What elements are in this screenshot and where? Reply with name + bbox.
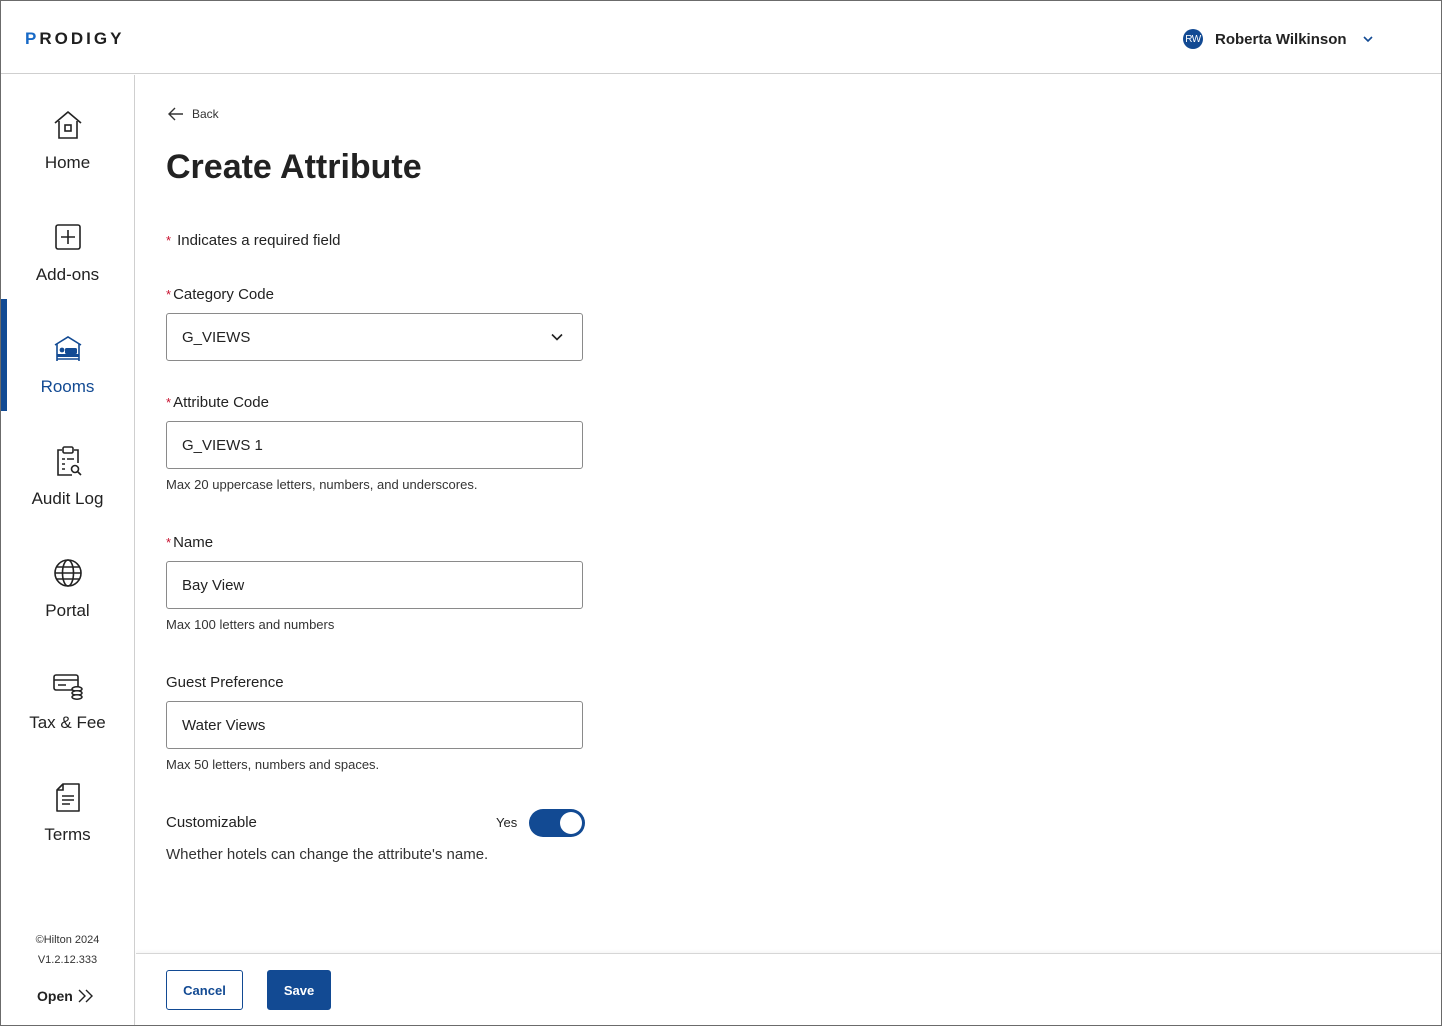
open-label: Open [37,988,73,1004]
chevron-down-icon [551,333,563,341]
arrow-left-icon [168,107,183,121]
sidebar-item-label: Tax & Fee [29,713,106,732]
customizable-toggle[interactable] [529,809,585,837]
name-help: Max 100 letters and numbers [166,617,335,632]
document-icon [55,783,80,812]
name-label: * Name [166,534,213,551]
cancel-button[interactable]: Cancel [166,970,243,1010]
plus-square-icon [54,224,81,250]
logo-first-letter: P [25,29,40,48]
attribute-code-help: Max 20 uppercase letters, numbers, and u… [166,477,478,492]
sidebar-item-label: Portal [45,601,90,620]
guest-preference-field[interactable]: Water Views [166,701,583,749]
clipboard-search-icon [56,446,82,476]
guest-preference-value: Water Views [182,716,266,734]
home-icon [53,111,82,139]
name-field[interactable]: Bay View [166,561,583,609]
user-name: Roberta Wilkinson [1215,30,1347,48]
required-field-note: * Indicates a required field [166,232,341,249]
category-code-label-text: Category Code [173,286,274,303]
customizable-help: Whether hotels can change the attribute'… [166,846,489,863]
sidebar-item-terms[interactable]: Terms [1,747,134,859]
required-asterisk: * [166,287,172,302]
logo-rest: RODIGY [39,29,125,48]
guest-preference-help: Max 50 letters, numbers and spaces. [166,757,380,772]
required-asterisk: * [166,535,172,550]
sidebar-item-audit-log[interactable]: Audit Log [1,411,134,523]
prodigy-logo[interactable]: PRODIGY [25,29,124,49]
category-code-select[interactable]: G_VIEWS [166,313,583,361]
save-button[interactable]: Save [267,970,331,1010]
bed-icon [54,336,81,361]
sidebar-item-add-ons[interactable]: Add-ons [1,187,134,299]
globe-icon [53,559,82,587]
required-note-text: Indicates a required field [177,232,341,249]
copyright-text: ©Hilton 2024 [35,934,100,946]
attribute-code-label: * Attribute Code [166,394,269,411]
action-bar: Cancel Save [136,953,1441,1025]
guest-preference-label: Guest Preference [166,674,284,691]
customizable-state-label: Yes [496,815,518,830]
user-menu[interactable]: RW Roberta Wilkinson [1183,27,1375,51]
sidebar-item-label: Terms [44,825,91,844]
card-coins-icon [52,674,83,700]
sidebar-item-portal[interactable]: Portal [1,523,134,635]
top-header: PRODIGY RW Roberta Wilkinson [1,1,1441,74]
category-code-label: * Category Code [166,286,274,303]
name-value: Bay View [182,576,245,594]
sidebar-item-label: Audit Log [31,489,104,508]
sidebar-item-label: Add-ons [35,265,100,284]
back-label: Back [192,107,219,121]
version-text: V1.2.12.333 [37,954,98,966]
sidebar-item-rooms[interactable]: Rooms [1,299,134,411]
category-code-value: G_VIEWS [182,328,251,346]
sidebar-item-label: Home [44,153,91,172]
sidebar: Home Add-ons Rooms Audit Log Portal Tax … [1,75,135,1025]
attribute-code-value: G_VIEWS 1 [182,436,263,454]
attribute-code-label-text: Attribute Code [173,394,269,411]
avatar: RW [1183,29,1203,49]
sidebar-item-label: Rooms [40,377,95,396]
double-chevron-right-icon [78,989,93,1003]
chevron-down-icon [1362,36,1373,43]
toggle-knob [560,812,582,834]
sidebar-item-tax-fee[interactable]: Tax & Fee [1,635,134,747]
sidebar-item-home[interactable]: Home [1,75,134,187]
page-title: Create Attribute [166,148,422,186]
open-sidebar-button[interactable]: Open [37,988,95,1004]
required-asterisk: * [166,395,172,410]
customizable-label: Customizable [166,814,257,831]
attribute-code-field[interactable]: G_VIEWS 1 [166,421,583,469]
required-asterisk: * [166,233,172,248]
name-label-text: Name [173,534,214,551]
back-link[interactable]: Back [168,107,219,121]
